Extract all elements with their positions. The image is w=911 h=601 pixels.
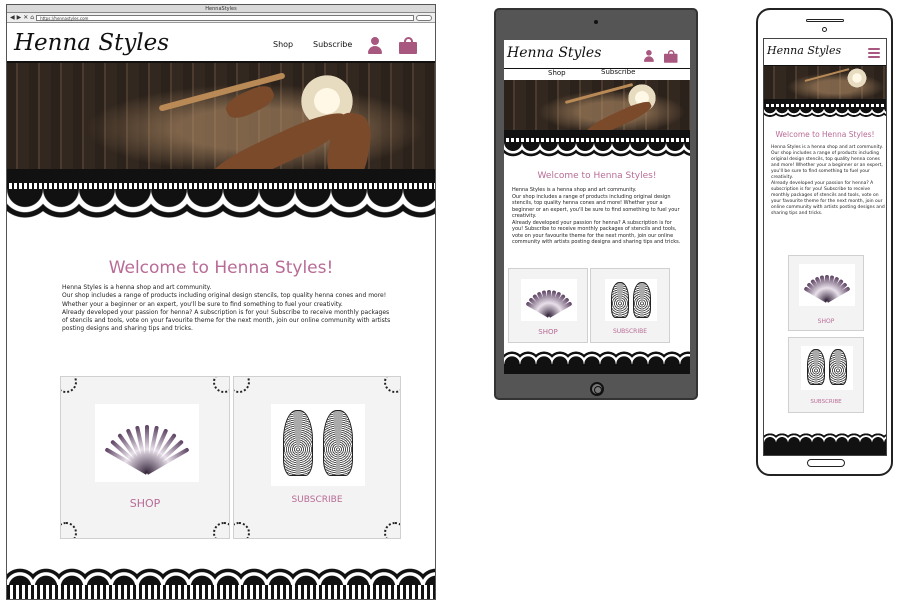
- intro-text: Henna Styles is a henna shop and art com…: [62, 284, 392, 334]
- footer-lace-border: [504, 344, 690, 374]
- address-bar[interactable]: https://hennastyles.com: [36, 14, 414, 21]
- site-logo[interactable]: Henna Styles: [507, 45, 601, 61]
- footer-lace-border: [764, 425, 886, 455]
- shopping-bag-icon[interactable]: [664, 50, 678, 63]
- user-icon[interactable]: [368, 37, 382, 55]
- search-box[interactable]: [416, 14, 432, 21]
- intro-paragraph-3: Already developed your passion for henna…: [512, 219, 681, 246]
- intro-paragraph-2: Our shop includes a range of products in…: [771, 151, 883, 180]
- speaker-slot: [806, 19, 844, 22]
- welcome-heading: Welcome to Henna Styles!: [775, 130, 875, 139]
- phone-home-button[interactable]: [807, 459, 845, 467]
- site-logo[interactable]: Henna Styles: [14, 30, 169, 56]
- subscribe-card[interactable]: SUBSCRIBE: [788, 337, 864, 413]
- site-header: Henna Styles Shop Subscribe: [7, 23, 435, 63]
- henna-lace-border: [504, 138, 690, 164]
- desktop-wireframe: HennaStyles ◀ ▶ ✕ ⌂ https://hennastyles.…: [6, 4, 436, 600]
- shop-card[interactable]: SHOP: [508, 268, 588, 343]
- back-arrow-icon[interactable]: ◀: [10, 14, 15, 21]
- hero-image: [504, 80, 690, 138]
- welcome-heading: Welcome to Henna Styles!: [108, 258, 334, 278]
- intro-paragraph-2: Our shop includes a range of products in…: [62, 292, 387, 308]
- window-title: HennaStyles: [205, 6, 237, 12]
- camera-dot: [594, 20, 598, 24]
- subscribe-card[interactable]: SUBSCRIBE: [590, 268, 670, 343]
- subscribe-card-label[interactable]: SUBSCRIBE: [789, 399, 863, 405]
- intro-paragraph-3: Already developed your passion for henna…: [62, 308, 391, 333]
- intro-paragraph-2: Our shop includes a range of products in…: [512, 193, 680, 220]
- henna-hands-image: [605, 279, 657, 321]
- welcome-heading: Welcome to Henna Styles!: [537, 171, 657, 181]
- camera-dot: [822, 27, 827, 32]
- henna-cones-image: [521, 279, 577, 321]
- forward-arrow-icon[interactable]: ▶: [17, 14, 22, 21]
- subscribe-card-label[interactable]: SUBSCRIBE: [234, 495, 400, 505]
- tablet-screen: Henna Styles Shop Subscribe Welcome to H…: [504, 40, 690, 374]
- shop-card[interactable]: SHOP: [60, 376, 230, 539]
- tablet-home-button[interactable]: [590, 382, 604, 396]
- site-logo[interactable]: Henna Styles: [767, 44, 841, 57]
- nav-divider: [504, 68, 690, 69]
- hero-image: [7, 63, 435, 183]
- henna-hands-image: [801, 346, 853, 390]
- henna-lace-border: [7, 183, 435, 233]
- phone-screen: Henna Styles Welcome to Henna Styles! He…: [763, 38, 887, 456]
- henna-cones-image: [799, 264, 855, 306]
- subscribe-card-label[interactable]: SUBSCRIBE: [591, 328, 669, 335]
- nav-subscribe[interactable]: Subscribe: [601, 68, 635, 76]
- shop-card-label[interactable]: SHOP: [61, 497, 229, 510]
- hero-image: [764, 66, 886, 104]
- henna-cones-image: [95, 404, 199, 482]
- shop-card-label[interactable]: SHOP: [509, 328, 587, 336]
- henna-lace-border: [764, 104, 886, 122]
- close-icon[interactable]: ✕: [23, 14, 28, 21]
- user-icon[interactable]: [644, 50, 654, 63]
- subscribe-card[interactable]: SUBSCRIBE: [233, 376, 401, 539]
- phone-wireframe: Henna Styles Welcome to Henna Styles! He…: [756, 8, 893, 476]
- shop-card[interactable]: SHOP: [788, 255, 864, 331]
- intro-text: Henna Styles is a henna shop and art com…: [771, 145, 885, 217]
- intro-text: Henna Styles is a henna shop and art com…: [512, 187, 682, 246]
- intro-paragraph-3: Already developed your passion for henna…: [771, 181, 885, 216]
- home-icon[interactable]: ⌂: [30, 14, 34, 21]
- henna-hands-image: [271, 404, 365, 486]
- shopping-bag-icon[interactable]: [399, 37, 417, 54]
- nav-shop[interactable]: Shop: [273, 40, 293, 49]
- browser-title-bar: HennaStyles: [7, 5, 435, 13]
- nav-shop[interactable]: Shop: [548, 69, 566, 77]
- browser-toolbar: ◀ ▶ ✕ ⌂ https://hennastyles.com: [7, 13, 435, 23]
- tablet-wireframe: Henna Styles Shop Subscribe Welcome to H…: [494, 8, 698, 400]
- nav-subscribe[interactable]: Subscribe: [313, 40, 352, 49]
- footer-lace-border: [7, 555, 435, 599]
- shop-card-label[interactable]: SHOP: [789, 318, 863, 325]
- hamburger-menu-icon[interactable]: [868, 48, 880, 60]
- intro-paragraph-1: Henna Styles is a henna shop and art com…: [62, 284, 212, 291]
